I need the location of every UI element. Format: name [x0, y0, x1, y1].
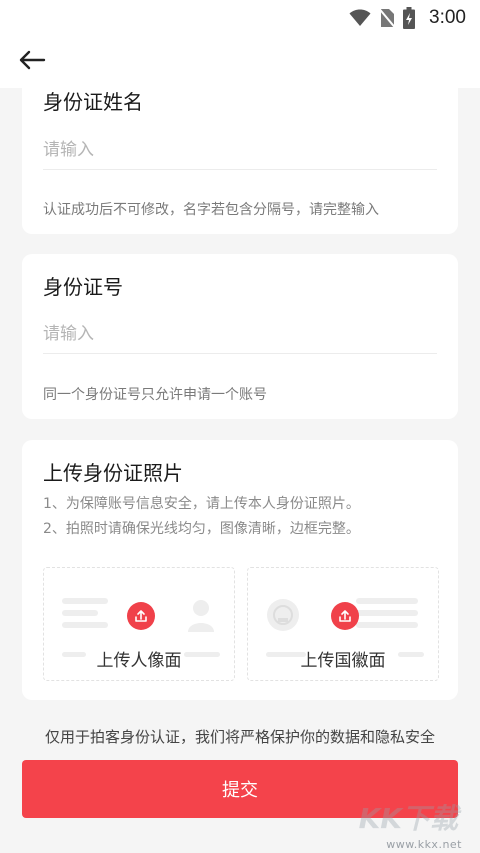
deco-line: [62, 598, 108, 604]
watermark-url: www.kkx.net: [386, 838, 462, 851]
status-time: 3:00: [429, 7, 466, 28]
back-button[interactable]: [12, 44, 52, 80]
battery-charging-icon: [403, 7, 416, 29]
id-hint: 同一个身份证号只允许申请一个账号: [43, 387, 267, 403]
upload-icon: [127, 602, 155, 630]
upload-front-label: 上传人像面: [96, 651, 182, 671]
arrow-left-icon: [18, 50, 46, 74]
id-card-title: 身份证号: [43, 275, 123, 299]
person-silhouette-icon: [186, 598, 216, 638]
watermark-logo: KK下载: [358, 802, 458, 835]
national-emblem-icon: [266, 598, 300, 636]
upload-icon: [331, 602, 359, 630]
photo-tip-2: 2、拍照时请确保光线均匀，图像清晰，边框完整。: [43, 521, 360, 537]
deco-line: [62, 622, 108, 628]
name-input[interactable]: [43, 130, 437, 170]
upload-front-button[interactable]: 上传人像面: [43, 567, 235, 681]
privacy-note: 仅用于拍客身份认证，我们将严格保护你的数据和隐私安全: [44, 728, 435, 746]
id-number-card: 身份证号 同一个身份证号只允许申请一个账号: [22, 254, 458, 419]
deco-line: [356, 610, 418, 616]
photo-upload-card: 上传身份证照片 1、为保障账号信息安全，请上传本人身份证照片。 2、拍照时请确保…: [22, 440, 458, 700]
deco-line: [356, 598, 418, 604]
name-card-title: 身份证姓名: [43, 90, 143, 114]
photo-tip-1: 1、为保障账号信息安全，请上传本人身份证照片。: [43, 496, 360, 512]
id-number-input[interactable]: [43, 314, 437, 354]
name-hint: 认证成功后不可修改，名字若包含分隔号，请完整输入: [43, 202, 379, 218]
status-bar: 3:00: [0, 0, 480, 36]
name-card: 身份证姓名 认证成功后不可修改，名字若包含分隔号，请完整输入: [22, 76, 458, 234]
deco-line: [62, 610, 98, 616]
photo-card-title: 上传身份证照片: [43, 461, 183, 485]
upload-back-button[interactable]: 上传国徽面: [247, 567, 439, 681]
upload-back-label: 上传国徽面: [300, 651, 386, 671]
wifi-icon: [349, 9, 371, 27]
no-sim-icon: [379, 8, 396, 28]
watermark: KK下载 www.kkx.net: [342, 801, 462, 851]
deco-line: [356, 622, 418, 628]
